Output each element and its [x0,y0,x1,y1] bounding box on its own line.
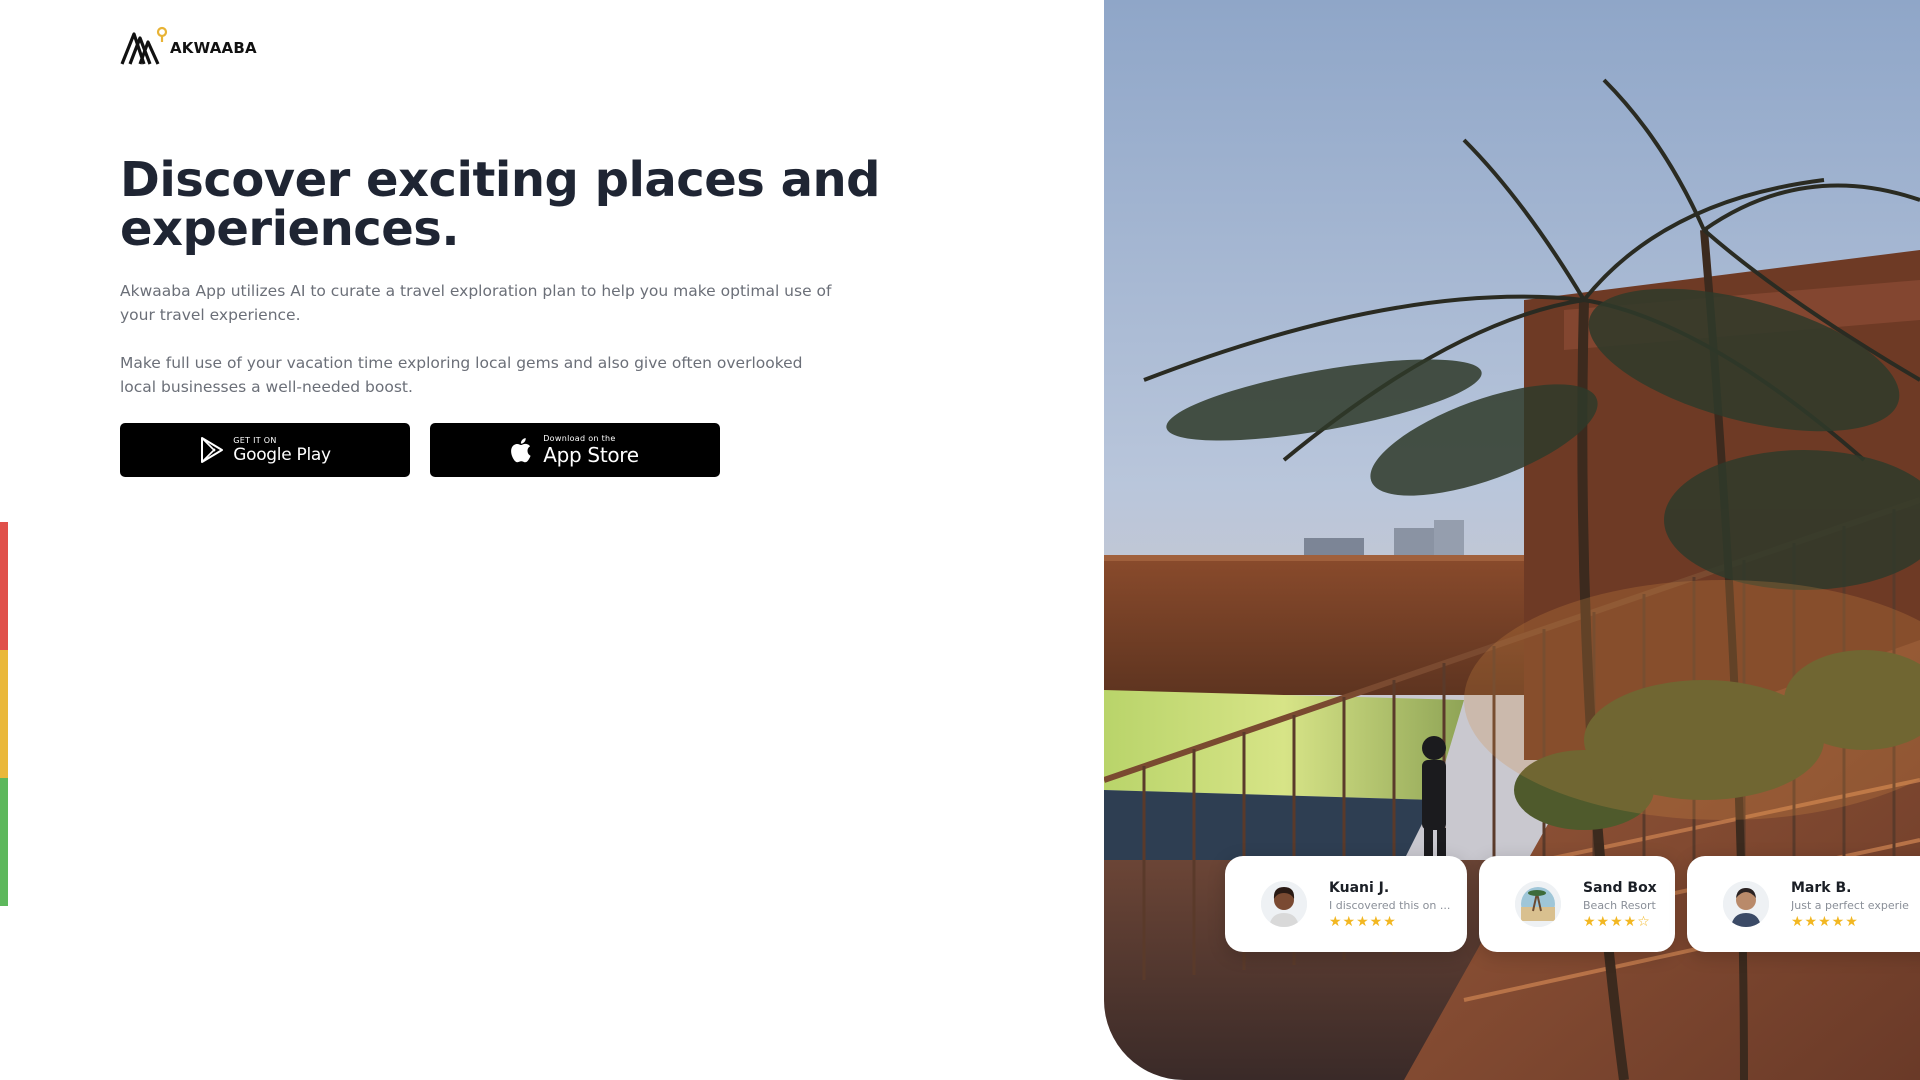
color-bar-green [0,778,8,906]
review-text: I discovered this on ... [1329,899,1451,912]
landing-page: AKWAABA Discover exciting places and exp… [0,0,1920,1080]
color-bar-red [0,522,8,650]
review-card[interactable]: Mark B. Just a perfect experie ★★★★★ [1687,856,1920,952]
google-play-button[interactable]: GET IT ON Google Play [120,423,410,477]
hero-description-2: Make full use of your vacation time expl… [120,354,803,396]
hero-title: Discover exciting places and experiences… [120,152,881,257]
star-rating: ★★★★★ [1329,914,1397,930]
google-play-icon [199,436,225,464]
star-rating: ★★★★★ [1791,914,1859,930]
reviewer-name: Kuani J. [1329,880,1390,896]
brand-color-bar [0,522,8,906]
woman-avatar-icon [1261,881,1307,927]
hero-description-1: Akwaaba App utilizes AI to curate a trav… [120,282,832,324]
review-card[interactable]: Sand Box Beach Resort ★★★★☆ [1479,856,1675,952]
brand-logo[interactable]: AKWAABA [120,24,257,68]
man-avatar-icon [1723,881,1769,927]
star-rating: ★★★★☆ [1583,914,1651,930]
google-play-label: Google Play [233,444,331,465]
app-store-label: App Store [543,443,639,467]
review-text: Just a perfect experie [1791,899,1909,912]
beach-avatar-icon [1515,881,1561,927]
color-bar-yellow [0,650,8,778]
review-text: Beach Resort [1583,899,1656,912]
reviewer-name: Mark B. [1791,880,1852,896]
google-play-small-label: GET IT ON [233,435,277,445]
brand-name: AKWAABA [170,39,257,57]
reviewer-name: Sand Box [1583,880,1657,896]
app-store-button[interactable]: Download on the App Store [430,423,720,477]
akwaaba-logo-icon [120,26,168,65]
app-store-small-label: Download on the [543,434,616,443]
apple-icon [511,436,535,464]
review-card[interactable]: Kuani J. I discovered this on ... ★★★★★ [1225,856,1467,952]
